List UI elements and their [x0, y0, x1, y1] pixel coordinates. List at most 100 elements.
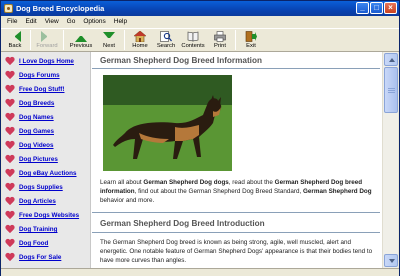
- heart-icon: [5, 113, 15, 122]
- back-label: Back: [8, 43, 22, 49]
- print-icon: [214, 31, 226, 42]
- print-label: Print: [214, 43, 226, 49]
- sidebar-item-breeds[interactable]: Dog Breeds: [5, 97, 90, 110]
- menu-go[interactable]: Go: [63, 16, 80, 28]
- menu-view[interactable]: View: [41, 16, 63, 28]
- vertical-scrollbar[interactable]: [382, 52, 398, 268]
- sidebar-item-label[interactable]: Dog Pictures: [19, 156, 58, 163]
- sidebar-item-training[interactable]: Dog Training: [5, 223, 90, 236]
- home-label: Home: [132, 43, 148, 49]
- sidebar-item-label[interactable]: Free Dogs Websites: [19, 212, 79, 219]
- sidebar-item-label[interactable]: Free Dog Stuff!: [19, 86, 64, 93]
- sidebar-item-pictures[interactable]: Dog Pictures: [5, 153, 90, 166]
- heart-icon: [5, 211, 15, 220]
- toolbar: Back Forward Previous Next Home Search C…: [1, 28, 399, 52]
- sidebar-item-supplies[interactable]: Dogs Supplies: [5, 181, 90, 194]
- close-button[interactable]: ×: [384, 2, 397, 14]
- status-bar: [1, 268, 399, 276]
- sidebar-item-videos[interactable]: Dog Videos: [5, 139, 90, 152]
- search-label: Search: [156, 43, 176, 49]
- heart-icon: [5, 169, 15, 178]
- sidebar-item-label[interactable]: Dogs Forums: [19, 72, 60, 79]
- previous-arrow-icon: [75, 31, 87, 42]
- heart-icon: [5, 239, 15, 248]
- sidebar-item-home[interactable]: I Love Dogs Home: [5, 55, 90, 68]
- toolbar-separator: [124, 30, 125, 50]
- sidebar-item-label[interactable]: Dog Games: [19, 128, 54, 135]
- sidebar-item-for-sale[interactable]: Dogs For Sale: [5, 251, 90, 264]
- sidebar-nav: I Love Dogs Home Dogs Forums Free Dog St…: [2, 52, 91, 268]
- intro-text: , read about the: [228, 179, 275, 186]
- forward-button[interactable]: Forward: [33, 29, 61, 51]
- previous-button[interactable]: Previous: [66, 29, 96, 51]
- menu-help[interactable]: Help: [110, 16, 131, 28]
- back-button[interactable]: Back: [2, 29, 28, 51]
- intro-bold: German Shepherd Dog dogs: [143, 179, 229, 186]
- home-button[interactable]: Home: [127, 29, 153, 51]
- contents-button[interactable]: Contents: [179, 29, 207, 51]
- section-paragraph: The German Shepherd Dog breed is known a…: [100, 239, 373, 264]
- content-area: I Love Dogs Home Dogs Forums Free Dog St…: [2, 52, 398, 268]
- contents-icon: [187, 31, 199, 42]
- home-icon: [134, 31, 146, 42]
- intro-text: Learn all about: [100, 179, 144, 186]
- sidebar-item-label[interactable]: Dog Food: [19, 240, 48, 247]
- exit-button[interactable]: Exit: [238, 29, 264, 51]
- grip-line: [388, 92, 395, 93]
- minimize-button[interactable]: _: [356, 2, 369, 14]
- toolbar-separator: [63, 30, 64, 50]
- heading-divider: [92, 68, 380, 69]
- sidebar-item-websites[interactable]: Free Dogs Websites: [5, 209, 90, 222]
- previous-label: Previous: [69, 43, 93, 49]
- exit-label: Exit: [246, 43, 256, 49]
- sidebar-item-label[interactable]: Dog Breeds: [19, 100, 54, 107]
- grip-line: [388, 88, 395, 89]
- heart-icon: [5, 183, 15, 192]
- scroll-down-button[interactable]: [384, 254, 398, 267]
- scroll-thumb[interactable]: [384, 67, 398, 113]
- dog-illustration: [103, 75, 232, 171]
- title-bar[interactable]: Dog Breed Encyclopedia _ □ ×: [1, 1, 399, 16]
- print-button[interactable]: Print: [207, 29, 233, 51]
- sidebar-item-label[interactable]: Dogs For Sale: [19, 254, 61, 261]
- next-button[interactable]: Next: [96, 29, 122, 51]
- heart-icon: [5, 197, 15, 206]
- sidebar-item-forums[interactable]: Dogs Forums: [5, 69, 90, 82]
- sidebar-item-names[interactable]: Dog Names: [5, 111, 90, 124]
- search-button[interactable]: Search: [153, 29, 179, 51]
- heart-icon: [5, 141, 15, 150]
- sidebar-item-label[interactable]: Dog Names: [19, 114, 54, 121]
- window-controls: _ □ ×: [356, 2, 397, 14]
- sidebar-item-ebay[interactable]: Dog eBay Auctions: [5, 167, 90, 180]
- search-icon: [160, 31, 172, 42]
- sidebar-item-label[interactable]: Dog Training: [19, 226, 57, 233]
- heart-icon: [5, 71, 15, 80]
- heart-icon: [5, 85, 15, 94]
- sidebar-item-label[interactable]: I Love Dogs Home: [19, 58, 74, 65]
- sidebar-item-label[interactable]: Dogs Supplies: [19, 184, 63, 191]
- article-pane: German Shepherd Dog Breed Information Le…: [92, 52, 382, 268]
- scroll-up-button[interactable]: [384, 53, 398, 66]
- back-arrow-icon: [9, 31, 21, 42]
- toolbar-separator: [30, 30, 31, 50]
- sidebar-item-food[interactable]: Dog Food: [5, 237, 90, 250]
- sidebar-item-label[interactable]: Dog Articles: [19, 198, 56, 205]
- maximize-button[interactable]: □: [370, 2, 383, 14]
- sidebar-item-games[interactable]: Dog Games: [5, 125, 90, 138]
- heart-icon: [5, 253, 15, 262]
- heart-icon: [5, 99, 15, 108]
- heart-icon: [5, 57, 15, 66]
- sidebar-item-articles[interactable]: Dog Articles: [5, 195, 90, 208]
- menu-file[interactable]: File: [3, 16, 21, 28]
- forward-label: Forward: [36, 43, 58, 49]
- sidebar-item-free-stuff[interactable]: Free Dog Stuff!: [5, 83, 90, 96]
- intro-text: , find out about the German Shepherd Dog…: [134, 188, 304, 195]
- sidebar-item-label[interactable]: Dog eBay Auctions: [19, 170, 77, 177]
- heart-icon: [5, 155, 15, 164]
- sidebar-item-label[interactable]: Dog Videos: [19, 142, 54, 149]
- intro-bold: German Shepherd Dog: [303, 188, 372, 195]
- menu-options[interactable]: Options: [79, 16, 109, 28]
- page-title: German Shepherd Dog Breed Information: [100, 56, 262, 65]
- next-label: Next: [103, 43, 115, 49]
- menu-edit[interactable]: Edit: [21, 16, 40, 28]
